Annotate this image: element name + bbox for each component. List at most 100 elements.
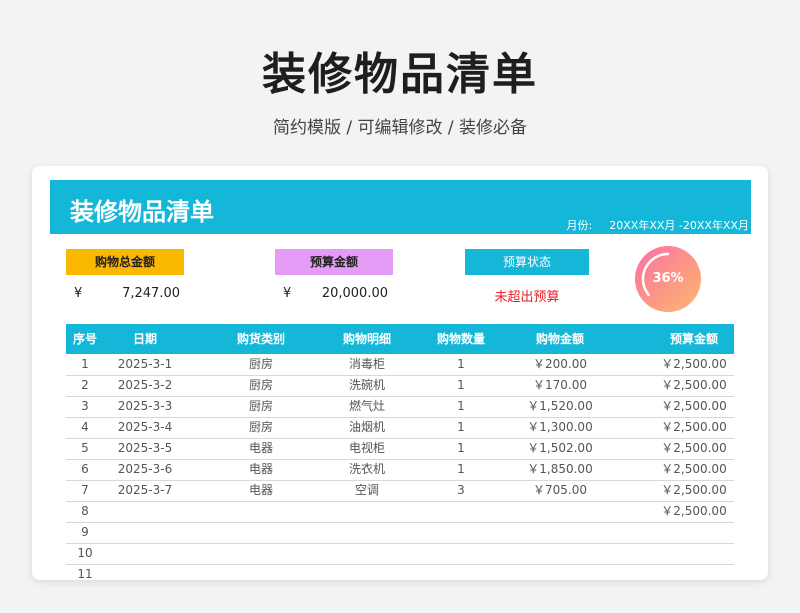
- cell-category: [216, 522, 306, 543]
- cell-category: 电器: [248, 441, 273, 455]
- table-header: 序号 日期 购货类别 购物明细 购物数量 购物金额 预算金额: [66, 324, 734, 354]
- cell-item: 空调: [354, 483, 379, 497]
- cell-index: 5: [81, 441, 89, 455]
- cell-amount: ￥1,300.00: [527, 420, 593, 434]
- cell-date: [114, 522, 176, 543]
- table-row: 6 2025-3-6 电器 洗衣机 1 ￥1,850.00 ￥2,500.00: [66, 459, 734, 481]
- cell-date: 2025-3-7: [117, 483, 173, 497]
- total-currency: ¥: [74, 286, 83, 301]
- cell-date: 2025-3-6: [117, 462, 173, 476]
- total-amount-value: 7,247.00: [122, 286, 180, 301]
- table-row: 10: [66, 543, 734, 565]
- table-row: 4 2025-3-4 厨房 油烟机 1 ￥1,300.00 ￥2,500.00: [66, 417, 734, 439]
- cell-index: 10: [77, 546, 93, 560]
- cell-quantity: [421, 501, 501, 522]
- cell-amount: [512, 564, 608, 580]
- cell-index: 9: [81, 525, 89, 539]
- cell-index: 8: [81, 504, 89, 518]
- cell-quantity: 3: [457, 483, 465, 497]
- cell-index: 1: [81, 357, 89, 371]
- table-row: 11: [66, 564, 734, 580]
- banner-title: 装修物品清单: [70, 198, 214, 226]
- cell-item: [322, 522, 412, 543]
- cell-amount: ￥170.00: [533, 378, 587, 392]
- cell-quantity: 1: [457, 420, 465, 434]
- total-amount-label: 购物总金额: [66, 249, 184, 275]
- cell-category: 厨房: [248, 399, 273, 413]
- month-value: 20XX年XX月 -20XX年XX月: [609, 219, 749, 232]
- cell-amount: ￥1,520.00: [527, 399, 593, 413]
- cell-budget: ￥2,500.00: [661, 357, 727, 371]
- cell-item: 油烟机: [348, 420, 385, 434]
- cell-index: 11: [77, 567, 93, 580]
- column-header-date: 日期: [132, 332, 157, 346]
- month-label: 月份:: [566, 219, 593, 232]
- cell-item: 洗碗机: [348, 378, 385, 392]
- cell-quantity: [421, 564, 501, 580]
- budget-status-label: 预算状态: [465, 249, 589, 275]
- cell-index: 6: [81, 462, 89, 476]
- table-row: 7 2025-3-7 电器 空调 3 ￥705.00 ￥2,500.00: [66, 480, 734, 502]
- cell-amount: ￥705.00: [533, 483, 587, 497]
- cell-category: [216, 543, 306, 564]
- table-row: 2 2025-3-2 厨房 洗碗机 1 ￥170.00 ￥2,500.00: [66, 375, 734, 397]
- cell-date: 2025-3-1: [117, 357, 173, 371]
- cell-budget: ￥2,500.00: [661, 504, 727, 518]
- column-header-budget: 预算金额: [669, 332, 718, 346]
- cell-item: 洗衣机: [348, 462, 385, 476]
- cell-item: [322, 564, 412, 580]
- page-subtitle: 简约模版 / 可编辑修改 / 装修必备: [272, 118, 528, 138]
- cell-index: 7: [81, 483, 89, 497]
- cell-date: 2025-3-5: [117, 441, 173, 455]
- cell-date: 2025-3-2: [117, 378, 173, 392]
- cell-budget: ￥2,500.00: [661, 462, 727, 476]
- cell-quantity: [421, 543, 501, 564]
- cell-quantity: [421, 522, 501, 543]
- budget-amount-label: 预算金额: [275, 249, 393, 275]
- cell-category: 电器: [248, 462, 273, 476]
- budget-currency: ¥: [283, 286, 292, 301]
- table-row: 3 2025-3-3 厨房 燃气灶 1 ￥1,520.00 ￥2,500.00: [66, 396, 734, 418]
- table-row: 5 2025-3-5 电器 电视柜 1 ￥1,502.00 ￥2,500.00: [66, 438, 734, 460]
- column-header-amount: 购物金额: [535, 332, 584, 346]
- cell-item: 电视柜: [348, 441, 385, 455]
- cell-date: [114, 501, 176, 522]
- cell-item: 燃气灶: [348, 399, 385, 413]
- cell-item: [322, 543, 412, 564]
- cell-quantity: 1: [457, 399, 465, 413]
- cell-date: 2025-3-4: [117, 420, 173, 434]
- cell-amount: [512, 522, 608, 543]
- budget-progress-percent: 36%: [652, 271, 684, 286]
- cell-category: 厨房: [248, 378, 273, 392]
- cell-index: 4: [81, 420, 89, 434]
- cell-index: 3: [81, 399, 89, 413]
- cell-date: [114, 543, 176, 564]
- cell-index: 2: [81, 378, 89, 392]
- cell-category: 电器: [248, 483, 273, 497]
- cell-item: 消毒柜: [348, 357, 385, 371]
- cell-date: 2025-3-3: [117, 399, 173, 413]
- month-range: 月份: 20XX年XX月 -20XX年XX月: [567, 217, 749, 233]
- column-header-index: 序号: [72, 332, 97, 346]
- budget-status-value: 未超出预算: [494, 290, 560, 305]
- table-row: 1 2025-3-1 厨房 消毒柜 1 ￥200.00 ￥2,500.00: [66, 354, 734, 376]
- cell-budget: [646, 522, 742, 543]
- budget-amount-value: 20,000.00: [321, 286, 388, 301]
- cell-item: [322, 501, 412, 522]
- cell-category: [216, 501, 306, 522]
- cell-budget: ￥2,500.00: [661, 399, 727, 413]
- cell-date: [114, 564, 176, 580]
- column-header-item: 购物明细: [342, 332, 391, 346]
- cell-amount: ￥1,850.00: [527, 462, 593, 476]
- cell-category: 厨房: [248, 420, 273, 434]
- table-row: 9: [66, 522, 734, 544]
- column-header-quantity: 购物数量: [436, 332, 485, 346]
- cell-budget: ￥2,500.00: [661, 441, 727, 455]
- shopping-list-card: 装修物品清单 月份: 20XX年XX月 -20XX年XX月 购物总金额 ¥ 7,…: [32, 166, 768, 580]
- cell-quantity: 1: [457, 462, 465, 476]
- cell-category: 厨房: [248, 357, 273, 371]
- title-banner: 装修物品清单 月份: 20XX年XX月 -20XX年XX月: [50, 180, 751, 234]
- cell-budget: [646, 543, 742, 564]
- cell-budget: ￥2,500.00: [661, 483, 727, 497]
- cell-quantity: 1: [457, 441, 465, 455]
